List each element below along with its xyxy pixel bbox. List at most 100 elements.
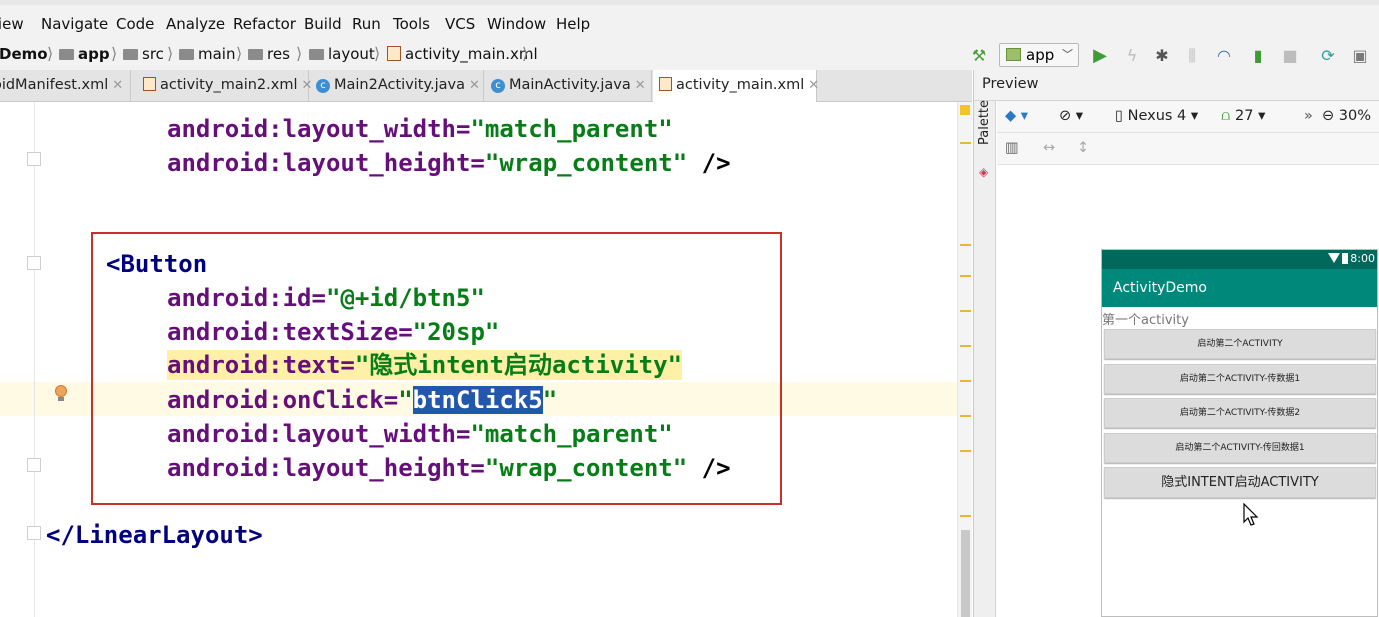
start-second-activity-button[interactable]: 启动第二个ACTIVITY — [1104, 329, 1376, 359]
more-options-icon[interactable]: » — [1304, 108, 1313, 124]
api-level-select[interactable]: ⩍ 27 ▾ — [1221, 108, 1265, 124]
device-select[interactable]: ▯ Nexus 4 ▾ — [1115, 108, 1198, 124]
pass-data1-button[interactable]: 启动第二个ACTIVITY-传数据1 — [1104, 364, 1376, 394]
sync-gradle-icon[interactable]: ⟳ — [1318, 46, 1338, 66]
menu-refactor[interactable]: Refactor — [233, 15, 296, 33]
annotation-highlight-box — [91, 232, 782, 505]
close-icon[interactable]: ✕ — [469, 78, 480, 93]
warning-marker[interactable] — [960, 450, 971, 452]
hammer-build-icon[interactable]: ⚒ — [969, 46, 989, 66]
menu-code[interactable]: Code — [116, 15, 154, 33]
preview-toolbar: ◆ ▾ ⊘ ▾ ▯ Nexus 4 ▾ ⩍ 27 ▾ » ⊖ 30% — [997, 101, 1379, 133]
menu-analyze[interactable]: Analyze — [166, 15, 225, 33]
fold-marker[interactable] — [27, 256, 41, 270]
close-icon[interactable]: ✕ — [808, 78, 819, 93]
breadcrumb-project[interactable]: Demo — [0, 45, 48, 63]
api-level-label: 27 — [1235, 108, 1254, 124]
tab-main2activity-java[interactable]: c Main2Activity.java ✕ — [310, 70, 484, 101]
warning-marker[interactable] — [960, 275, 971, 277]
debug-icon[interactable]: ✱ — [1152, 46, 1172, 66]
pass-data2-button[interactable]: 启动第二个ACTIVITY-传数据2 — [1104, 398, 1376, 428]
close-icon[interactable]: ✕ — [635, 78, 646, 93]
tab-label: Main2Activity.java — [334, 77, 465, 93]
avd-manager-icon[interactable]: ▣ — [1350, 46, 1370, 66]
lightbulb-icon[interactable] — [54, 385, 68, 403]
code-line: android:layout_width="match_parent" — [167, 114, 673, 144]
phone-icon: ▯ — [1115, 108, 1123, 124]
fold-marker[interactable] — [27, 152, 41, 166]
folder-icon — [59, 49, 74, 60]
warning-marker[interactable] — [960, 515, 971, 517]
breadcrumb-layout[interactable]: layout — [309, 45, 375, 63]
horizontal-resize-icon[interactable]: ↔ — [1043, 140, 1055, 156]
folder-icon — [309, 49, 324, 60]
code-tag: LinearLayout — [74, 521, 249, 549]
menu-view[interactable]: View — [0, 15, 24, 33]
error-stripe[interactable] — [957, 102, 972, 617]
breadcrumb-separator: ⟩ — [522, 44, 529, 63]
breadcrumb-src-label: src — [142, 45, 164, 63]
device-label: Nexus 4 — [1127, 108, 1187, 124]
palette-tab[interactable]: Palette — [977, 100, 992, 145]
warning-marker[interactable] — [960, 310, 971, 312]
fold-marker[interactable] — [27, 526, 41, 540]
menu-window[interactable]: Window — [487, 15, 546, 33]
warning-marker[interactable] — [960, 142, 971, 144]
menu-help[interactable]: Help — [556, 15, 590, 33]
tab-android-manifest[interactable]: AndroidManifest.xml✕ — [0, 70, 131, 101]
device-preview[interactable]: 8:00 ActivityDemo 第一个activity 启动第二个ACTIV… — [1101, 249, 1378, 617]
class-icon: c — [316, 79, 330, 93]
menu-build[interactable]: Build — [304, 15, 342, 33]
attach-debugger-icon[interactable]: ⫼ — [1182, 46, 1202, 66]
warning-marker[interactable] — [960, 345, 971, 347]
class-icon: c — [491, 79, 505, 93]
zoom-out-button[interactable]: ⊖ 30% — [1322, 108, 1371, 124]
tab-activity-main-xml[interactable]: activity_main.xml ✕ — [653, 70, 819, 102]
layout-columns-icon[interactable]: ▥ — [1005, 140, 1019, 156]
run-configuration-select[interactable]: app ﹀ — [999, 43, 1079, 67]
wifi-icon — [1328, 253, 1340, 263]
orientation-icon[interactable]: ⊘ ▾ — [1059, 108, 1083, 124]
breadcrumb-res[interactable]: res — [248, 45, 290, 63]
run-icon[interactable]: ▶ — [1090, 46, 1110, 66]
breadcrumb-app[interactable]: app — [59, 45, 110, 63]
code-attribute: android:layout_height= — [167, 149, 485, 177]
warning-marker[interactable] — [960, 244, 971, 246]
menu-navigate[interactable]: Navigate — [41, 15, 108, 33]
profiler-icon[interactable]: ◠ — [1214, 46, 1234, 66]
scrollbar-thumb[interactable] — [961, 530, 970, 617]
design-surface-icon[interactable]: ◆ ▾ — [1005, 108, 1028, 124]
warning-indicator-icon[interactable] — [960, 105, 970, 115]
breadcrumb-file[interactable]: activity_main.xml — [387, 45, 538, 63]
menu-tools[interactable]: Tools — [393, 15, 430, 33]
fold-marker[interactable] — [27, 458, 41, 472]
tab-mainactivity-java[interactable]: c MainActivity.java ✕ — [485, 70, 652, 101]
menu-run[interactable]: Run — [352, 15, 381, 33]
implicit-intent-button[interactable]: 隐式INTENT启动ACTIVITY — [1104, 467, 1376, 498]
breadcrumb-main[interactable]: main — [179, 45, 235, 63]
breadcrumb-separator: ⟩ — [236, 44, 243, 63]
warning-marker[interactable] — [960, 380, 971, 382]
tab-activity-main2-xml[interactable]: activity_main2.xml ✕ — [137, 70, 312, 101]
battery-icon — [1342, 253, 1348, 264]
close-icon[interactable]: ✕ — [112, 78, 123, 93]
code-editor[interactable]: android:layout_width="match_parent" andr… — [0, 102, 957, 617]
palette-icon: ◈ — [979, 165, 989, 179]
module-icon — [1006, 48, 1021, 61]
code-value: "match_parent" — [470, 115, 673, 143]
breadcrumb-src[interactable]: src — [123, 45, 164, 63]
android-icon: ⩍ — [1221, 108, 1231, 124]
apply-changes-icon[interactable]: ϟ — [1122, 46, 1142, 66]
vertical-resize-icon[interactable]: ↕ — [1077, 140, 1089, 156]
return-data-button[interactable]: 启动第二个ACTIVITY-传回数据1 — [1104, 433, 1376, 463]
xml-file-icon — [659, 77, 672, 91]
warning-marker[interactable] — [960, 415, 971, 417]
first-activity-text: 第一个activity — [1102, 313, 1189, 328]
menu-vcs[interactable]: VCS — [445, 15, 475, 33]
apply-code-icon[interactable]: ▮ — [1248, 46, 1268, 66]
tab-label: AndroidManifest.xml — [0, 77, 109, 93]
palette-sidebar[interactable]: Palette ◈ — [974, 100, 996, 617]
stop-icon[interactable]: ■ — [1280, 46, 1300, 66]
menu-bar: View Navigate Code Analyze Refactor Buil… — [0, 0, 1379, 40]
run-configuration-label: app — [1026, 46, 1055, 64]
